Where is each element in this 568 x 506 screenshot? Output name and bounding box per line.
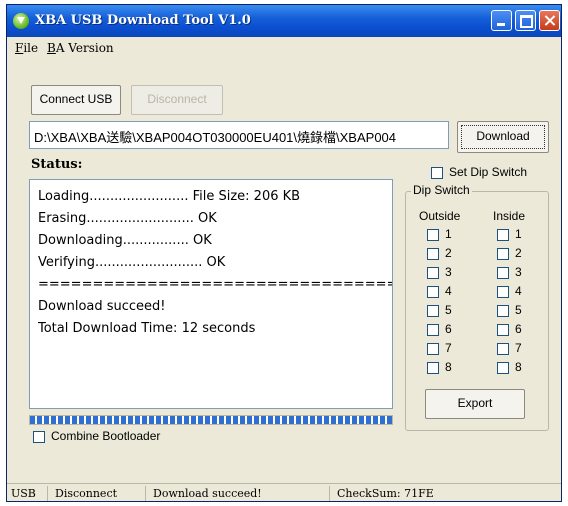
dip-outside-checkbox[interactable] (427, 286, 439, 298)
statusbar-mode: USB (11, 487, 36, 500)
main-window: XBA USB Download Tool V1.0 File BA Versi… (6, 4, 562, 502)
file-path-input[interactable]: D:\XBA\XBA送驗\XBAP004OT030000EU401\燒錄檔\XB… (29, 121, 449, 149)
focus-ring (461, 125, 545, 149)
log-line: Loading........................ File Siz… (38, 189, 301, 204)
statusbar-checksum: CheckSum: 71FE (337, 487, 434, 500)
dip-outside-checkbox[interactable] (427, 229, 439, 241)
dip-inside-checkbox[interactable] (497, 324, 509, 336)
menu-file[interactable]: File (15, 41, 38, 55)
log-line: Erasing.......................... OK (38, 211, 217, 226)
dip-outside-label: 3 (445, 265, 452, 279)
title-bar[interactable]: XBA USB Download Tool V1.0 (7, 5, 561, 37)
statusbar-message: Download succeed! (153, 487, 262, 500)
download-progress-bar (29, 415, 393, 425)
dip-outside-checkbox[interactable] (427, 362, 439, 374)
status-bar: USB Disconnect Download succeed! CheckSu… (7, 483, 561, 501)
dip-outside-label: 2 (445, 246, 452, 260)
dip-inside-checkbox[interactable] (497, 229, 509, 241)
log-line: Total Download Time: 12 seconds (38, 321, 256, 336)
log-line: ====================================== (38, 277, 393, 292)
outside-column-label: Outside (419, 209, 461, 223)
log-line: Download succeed! (38, 299, 166, 314)
dip-inside-checkbox[interactable] (497, 362, 509, 374)
dip-inside-checkbox[interactable] (497, 267, 509, 279)
dip-inside-label: 5 (515, 303, 522, 317)
connect-usb-button[interactable]: Connect USB (31, 85, 121, 115)
close-icon[interactable] (539, 10, 560, 31)
dip-outside-checkbox[interactable] (427, 343, 439, 355)
dip-inside-checkbox[interactable] (497, 248, 509, 260)
dip-outside-checkbox[interactable] (427, 305, 439, 317)
maximize-icon[interactable] (515, 10, 536, 31)
set-dip-switch-checkbox[interactable] (431, 167, 443, 179)
dip-inside-checkbox[interactable] (497, 286, 509, 298)
dip-inside-label: 1 (515, 227, 522, 241)
dip-outside-label: 7 (445, 341, 452, 355)
statusbar-divider (145, 486, 146, 501)
dip-outside-checkbox[interactable] (427, 324, 439, 336)
window-title: XBA USB Download Tool V1.0 (35, 13, 251, 28)
menu-ba-version[interactable]: BA Version (47, 41, 114, 55)
dip-inside-label: 2 (515, 246, 522, 260)
dip-outside-label: 5 (445, 303, 452, 317)
download-button[interactable]: Download (457, 121, 549, 153)
progress-fill (30, 416, 392, 424)
statusbar-divider (47, 486, 48, 501)
dip-outside-label: 6 (445, 322, 452, 336)
dip-inside-label: 8 (515, 360, 522, 374)
combine-bootloader-checkbox[interactable] (33, 431, 45, 443)
dip-outside-label: 1 (445, 227, 452, 241)
inside-column-label: Inside (493, 209, 526, 223)
status-label: Status: (31, 157, 83, 172)
combine-bootloader-label: Combine Bootloader (51, 429, 161, 443)
dip-inside-label: 4 (515, 284, 522, 298)
dip-inside-label: 6 (515, 322, 522, 336)
status-log[interactable]: Loading........................ File Siz… (29, 179, 393, 409)
disconnect-button[interactable]: Disconnect (131, 85, 223, 115)
dip-outside-checkbox[interactable] (427, 248, 439, 260)
export-button[interactable]: Export (425, 389, 525, 419)
set-dip-switch-label: Set Dip Switch (449, 165, 528, 179)
dip-outside-checkbox[interactable] (427, 267, 439, 279)
minimize-icon[interactable] (491, 10, 512, 31)
dip-inside-checkbox[interactable] (497, 343, 509, 355)
log-line: Downloading................ OK (38, 233, 212, 248)
app-icon (13, 13, 29, 29)
dip-inside-label: 3 (515, 265, 522, 279)
dip-inside-label: 7 (515, 341, 522, 355)
menu-bar: File BA Version (7, 37, 561, 59)
dip-inside-checkbox[interactable] (497, 305, 509, 317)
statusbar-divider (329, 486, 330, 501)
log-line: Verifying.......................... OK (38, 255, 226, 270)
dip-switch-legend: Dip Switch (411, 183, 472, 197)
statusbar-connection: Disconnect (55, 487, 118, 500)
dip-outside-label: 8 (445, 360, 452, 374)
dip-outside-label: 4 (445, 284, 452, 298)
